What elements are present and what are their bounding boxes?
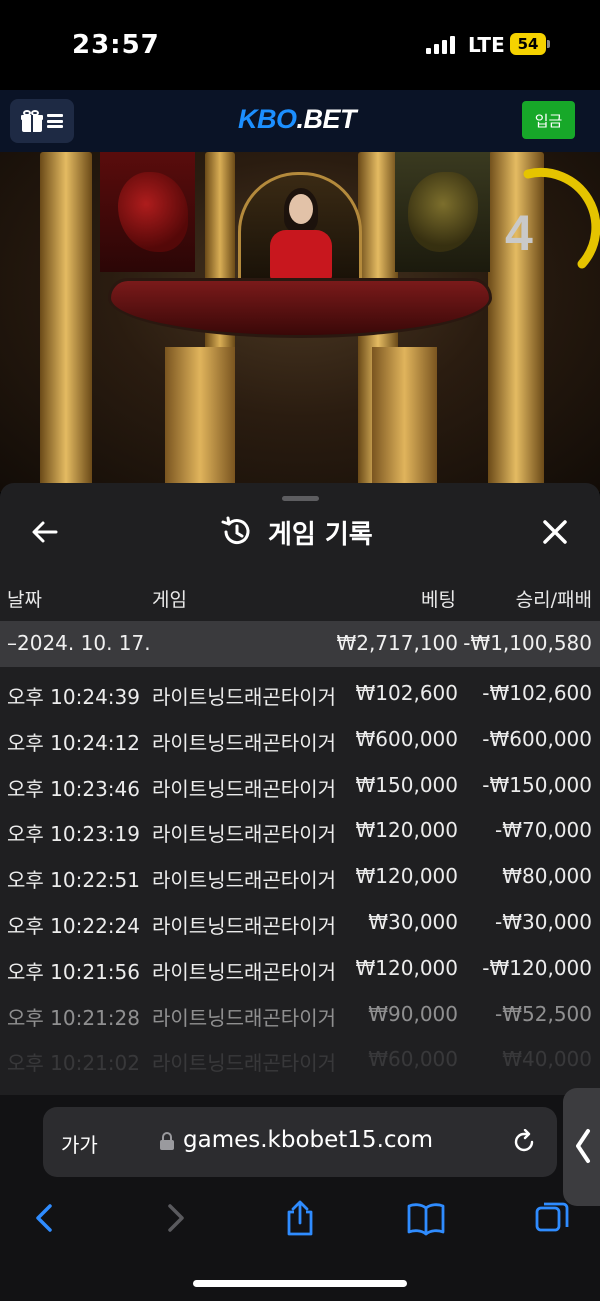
row-time: 오후 10:21:56	[7, 959, 140, 984]
history-row[interactable]: 오후 10:21:02 라이트닝드래곤타이거 ₩60,000 ₩40,000	[0, 1037, 600, 1083]
side-tab-handle[interactable]	[563, 1088, 600, 1206]
share-icon[interactable]	[280, 1200, 320, 1236]
reload-icon[interactable]	[511, 1129, 537, 1155]
row-bet: ₩60,000	[368, 1047, 458, 1072]
row-game: 라이트닝드래곤타이거	[152, 822, 336, 847]
row-time: 오후 10:21:28	[7, 1005, 140, 1030]
live-dealer-video[interactable]: 4	[0, 152, 600, 492]
deposit-button[interactable]: 입금	[522, 101, 575, 139]
battery-level: 54	[510, 33, 546, 55]
back-nav-icon[interactable]	[26, 1200, 66, 1236]
row-game: 라이트닝드래곤타이거	[152, 776, 336, 801]
chevron-left-icon	[576, 1129, 590, 1163]
row-time: 오후 10:22:24	[7, 913, 140, 938]
row-result: -₩30,000	[495, 909, 592, 934]
row-game: 라이트닝드래곤타이거	[152, 959, 336, 984]
row-bet: ₩120,000	[355, 864, 458, 889]
row-result: -₩102,600	[482, 681, 592, 705]
battery-icon: 54	[510, 33, 550, 55]
row-result: -₩150,000	[482, 772, 592, 797]
network-type: LTE	[468, 33, 505, 57]
row-time: 오후 10:23:19	[7, 822, 140, 847]
tabs-icon[interactable]	[533, 1200, 573, 1236]
day-summary-date: –2024. 10. 17.	[7, 631, 151, 655]
row-result: -₩70,000	[495, 818, 592, 843]
clock: 23:57	[72, 30, 160, 60]
row-game: 라이트닝드래곤타이거	[152, 685, 336, 709]
forward-nav-icon[interactable]	[156, 1200, 196, 1236]
history-row[interactable]: 오후 10:22:51 라이트닝드래곤타이거 ₩120,000 ₩80,000	[0, 854, 600, 900]
column-headers: 날짜 게임 베팅 승리/패배	[0, 583, 600, 613]
history-list: 오후 10:24:39 라이트닝드래곤타이거 ₩102,600 -₩102,60…	[0, 671, 600, 1083]
countdown-timer: 4	[505, 205, 533, 261]
history-row[interactable]: 오후 10:23:46 라이트닝드래곤타이거 ₩150,000 -₩150,00…	[0, 763, 600, 809]
bookmarks-icon[interactable]	[406, 1200, 446, 1236]
history-row[interactable]: 오후 10:21:28 라이트닝드래곤타이거 ₩90,000 -₩52,500	[0, 992, 600, 1038]
back-arrow-icon[interactable]	[28, 515, 62, 549]
address-bar[interactable]: 가가 games.kbobet15.com	[43, 1107, 557, 1177]
url-text: games.kbobet15.com	[183, 1127, 434, 1153]
row-game: 라이트닝드래곤타이거	[152, 1051, 336, 1076]
column-header-date: 날짜	[7, 589, 42, 611]
status-bar: 23:57 LTE 54	[0, 0, 600, 90]
history-row[interactable]: 오후 10:21:56 라이트닝드래곤타이거 ₩120,000 -₩120,00…	[0, 946, 600, 992]
signal-icon	[426, 36, 456, 54]
gift-icon	[21, 110, 43, 132]
lock-icon	[160, 1132, 174, 1150]
row-result: ₩80,000	[502, 864, 592, 889]
pillar	[40, 152, 92, 492]
column-header-bet: 베팅	[421, 589, 456, 611]
column-header-game: 게임	[152, 589, 187, 611]
row-bet: ₩120,000	[355, 818, 458, 843]
panel-title: 게임 기록	[268, 520, 373, 550]
row-result: -₩120,000	[482, 955, 592, 980]
site-header: KBO.BET 입금	[0, 90, 600, 152]
site-logo[interactable]: KBO.BET	[238, 104, 357, 135]
history-row[interactable]: 오후 10:24:12 라이트닝드래곤타이거 ₩600,000 -₩600,00…	[0, 717, 600, 763]
logo-kbo: KBO	[238, 104, 297, 134]
row-time: 오후 10:24:39	[7, 685, 140, 709]
row-bet: ₩90,000	[368, 1001, 458, 1026]
day-summary-result: -₩1,100,580	[463, 631, 592, 655]
logo-bet: .BET	[296, 104, 357, 134]
game-history-panel: 게임 기록 날짜 게임 베팅 승리/패배 –2024. 10. 17. ₩2,7…	[0, 483, 600, 1098]
home-indicator[interactable]	[193, 1280, 407, 1287]
row-result: -₩52,500	[495, 1001, 592, 1026]
game-table	[108, 278, 492, 338]
row-bet: ₩150,000	[355, 772, 458, 797]
row-bet: ₩30,000	[368, 909, 458, 934]
row-game: 라이트닝드래곤타이거	[152, 868, 336, 893]
hamburger-icon	[47, 114, 63, 128]
menu-button[interactable]	[10, 99, 74, 143]
day-summary-row[interactable]: –2024. 10. 17. ₩2,717,100 -₩1,100,580	[0, 621, 600, 667]
row-result: -₩600,000	[482, 726, 592, 751]
row-time: 오후 10:21:02	[7, 1051, 140, 1076]
history-row[interactable]: 오후 10:23:19 라이트닝드래곤타이거 ₩120,000 -₩70,000	[0, 808, 600, 854]
row-time: 오후 10:23:46	[7, 776, 140, 801]
history-icon	[221, 516, 250, 545]
row-result: ₩40,000	[502, 1047, 592, 1072]
row-bet: ₩120,000	[355, 955, 458, 980]
browser-toolbar: 가가 games.kbobet15.com	[0, 1095, 600, 1301]
row-game: 라이트닝드래곤타이거	[152, 1005, 336, 1030]
day-summary-bet: ₩2,717,100	[336, 631, 458, 655]
row-bet: ₩102,600	[355, 681, 458, 705]
drag-handle[interactable]	[282, 496, 319, 501]
row-game: 라이트닝드래곤타이거	[152, 913, 336, 938]
row-time: 오후 10:24:12	[7, 730, 140, 755]
text-size-button[interactable]: 가가	[61, 1129, 98, 1158]
row-time: 오후 10:22:51	[7, 868, 140, 893]
row-bet: ₩600,000	[355, 726, 458, 751]
history-row[interactable]: 오후 10:24:39 라이트닝드래곤타이거 ₩102,600 -₩102,60…	[0, 671, 600, 717]
close-icon[interactable]	[540, 517, 570, 547]
history-row[interactable]: 오후 10:22:24 라이트닝드래곤타이거 ₩30,000 -₩30,000	[0, 900, 600, 946]
row-game: 라이트닝드래곤타이거	[152, 730, 336, 755]
column-header-result: 승리/패배	[515, 589, 592, 611]
